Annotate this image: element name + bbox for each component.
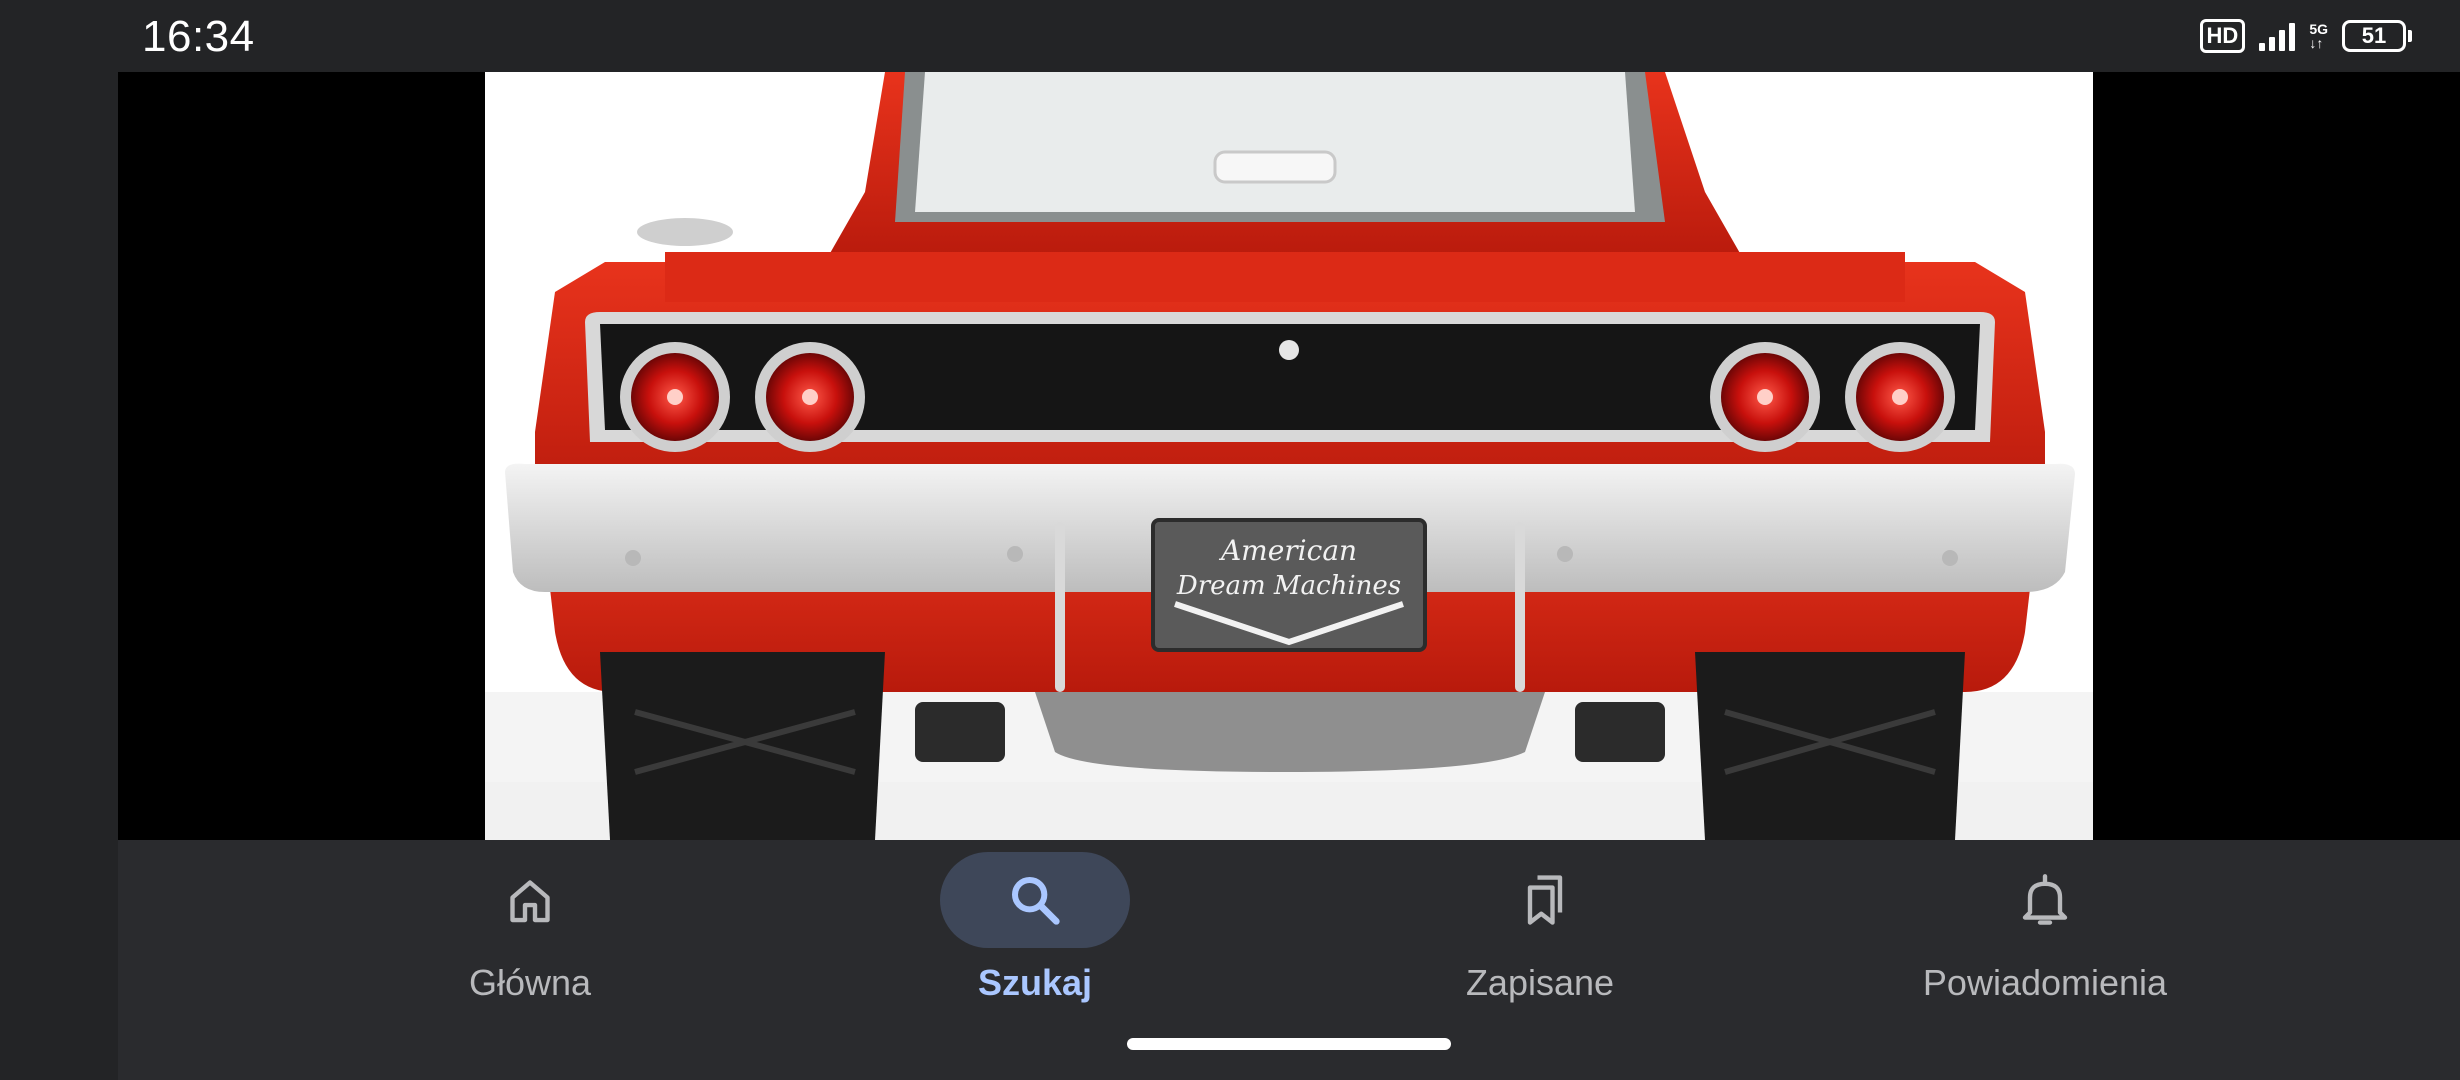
hd-icon: HD	[2199, 19, 2246, 53]
nav-label-notifications: Powiadomienia	[1922, 962, 2168, 1003]
nav-pill-saved	[1445, 852, 1635, 948]
nav-pill-home	[435, 852, 625, 948]
image-viewer[interactable]: American Dream Machines	[118, 72, 2460, 840]
5g-icon: 5G ↓↑	[2309, 22, 2328, 50]
status-time: 16:34	[142, 12, 255, 61]
status-icons: HD 5G ↓↑ 51	[2199, 16, 2412, 56]
nav-item-saved[interactable]: Zapisane	[1360, 852, 1720, 1032]
plate-line2: Dream Machines	[1176, 571, 1401, 601]
nav-item-notifications[interactable]: Powiadomienia	[1865, 852, 2225, 1032]
network-label: 5G	[2309, 21, 2328, 37]
battery-level: 51	[2342, 20, 2406, 52]
search-icon	[1012, 877, 1060, 925]
left-gutter	[0, 0, 118, 1080]
saved-icon	[1527, 875, 1563, 925]
data-arrows-icon: ↓↑	[2309, 35, 2324, 51]
nav-item-home[interactable]: Główna	[350, 852, 710, 1032]
car-illustration: American Dream Machines	[485, 72, 2093, 840]
nav-pill-search	[940, 852, 1130, 948]
nav-item-search[interactable]: Szukaj	[855, 852, 1215, 1032]
signal-icon	[2259, 21, 2296, 51]
nav-label-saved: Zapisane	[1465, 962, 1615, 1003]
car-rear-image[interactable]: American Dream Machines	[485, 72, 2093, 840]
battery-tip	[2408, 30, 2412, 42]
nav-label-search: Szukaj	[977, 962, 1093, 1003]
battery-icon: 51	[2342, 20, 2412, 52]
nav-label-home: Główna	[468, 962, 592, 1003]
home-icon	[510, 880, 550, 923]
nav-pill-notifications	[1950, 852, 2140, 948]
bottom-navigation: Główna Szukaj Zapisane Powiadomienia	[118, 840, 2460, 1080]
plate-line1: American	[1218, 534, 1357, 567]
home-indicator[interactable]	[1127, 1038, 1451, 1050]
status-bar: 16:34 HD 5G ↓↑ 51	[118, 0, 2460, 72]
bell-icon	[2022, 874, 2068, 925]
